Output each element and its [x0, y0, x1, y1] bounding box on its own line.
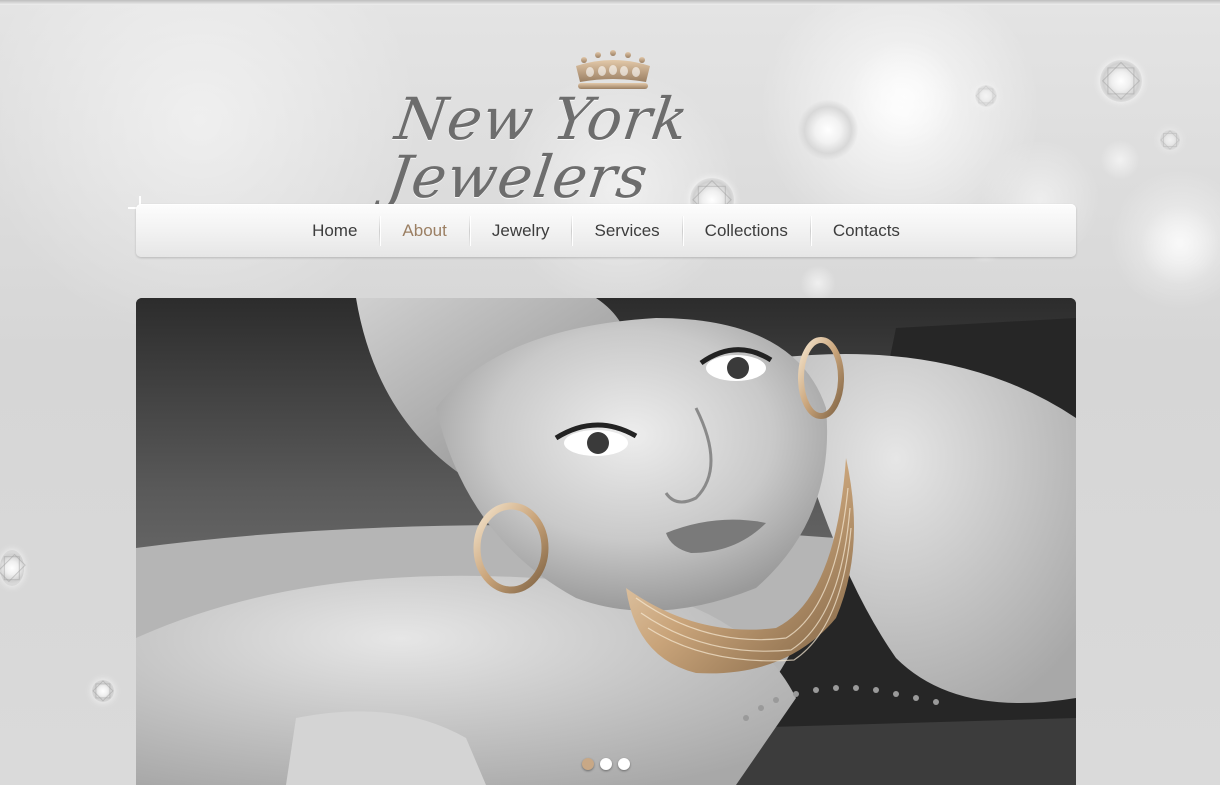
diamond-sparkle-icon	[1160, 130, 1180, 150]
slider-pagination	[582, 758, 630, 770]
nav-item-jewelry[interactable]: Jewelry	[470, 216, 572, 246]
bokeh-light	[850, 40, 960, 150]
diamond-sparkle-icon	[0, 550, 24, 586]
nav-item-home[interactable]: Home	[290, 216, 379, 246]
nav-item-services[interactable]: Services	[572, 216, 681, 246]
nav-item-about[interactable]: About	[380, 216, 468, 246]
hero-slider[interactable]	[136, 298, 1076, 785]
site-logo[interactable]: New York Jewelers	[383, 42, 858, 211]
diamond-sparkle-icon	[92, 680, 114, 702]
bokeh-light	[800, 265, 836, 301]
nav-item-contacts[interactable]: Contacts	[811, 216, 922, 246]
main-navigation: Home About Jewelry Services Collections …	[136, 204, 1076, 257]
slider-dot[interactable]	[582, 758, 594, 770]
bokeh-light	[1100, 140, 1140, 180]
diamond-sparkle-icon	[798, 100, 858, 160]
slider-dot[interactable]	[618, 758, 630, 770]
diamond-sparkle-icon	[975, 85, 997, 107]
hero-slide-image	[136, 298, 1076, 785]
browser-top-edge	[0, 0, 1220, 5]
nav-item-collections[interactable]: Collections	[683, 216, 810, 246]
brand-name: New York Jewelers	[383, 85, 694, 211]
bokeh-light	[1140, 205, 1220, 285]
slider-dot[interactable]	[600, 758, 612, 770]
diamond-sparkle-icon	[1100, 60, 1142, 102]
